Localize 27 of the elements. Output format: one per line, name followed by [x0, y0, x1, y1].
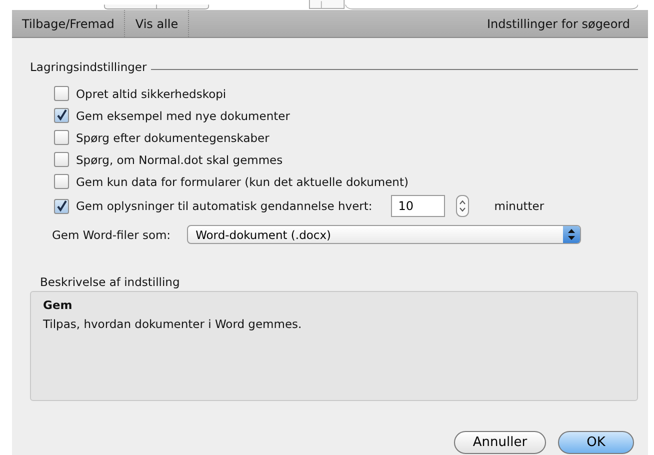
description-text: Tilpas, hvordan dokumenter i Word gemmes.	[43, 317, 303, 331]
field-label: Gem Word-filer som:	[52, 228, 171, 242]
stepper-control[interactable]	[456, 195, 470, 217]
toolbar-label: Indstillinger for søgeord	[487, 16, 631, 30]
checkbox-label: Gem oplysninger til automatisk gendannelse hvert:	[76, 199, 372, 213]
checkbox-label: Gem eksempel med nye dokumenter	[76, 108, 290, 122]
checkbox[interactable]	[54, 152, 69, 167]
checkbox[interactable]	[54, 198, 69, 214]
ok-button[interactable]: OK	[558, 431, 634, 454]
checkbox-label: Spørg, om Normal.dot skal gemmes	[76, 152, 283, 166]
checkbox[interactable]	[54, 108, 69, 123]
section-title: Beskrivelse af indstilling	[40, 275, 181, 289]
checkbox-label: Spørg efter dokumentegenskaber	[76, 130, 270, 144]
format-dropdown[interactable]: Word-dokument (.docx)	[186, 225, 581, 244]
minutes-field[interactable]: 10	[391, 195, 446, 217]
section-title: Lagringsindstillinger	[30, 60, 147, 74]
unit-label: minutter	[494, 199, 544, 213]
toolbar-button[interactable]: Tilbage/Fremad	[12, 10, 126, 37]
updown-icon	[568, 229, 575, 240]
checkbox-label: Opret altid sikkerhedskopi	[76, 86, 226, 100]
checkbox[interactable]	[54, 86, 69, 101]
checkbox[interactable]	[54, 130, 69, 145]
checkbox-label: Gem kun data for formularer (kun det aktuelle dokument)	[76, 174, 408, 188]
toolbar-button[interactable]: Vis alle	[125, 10, 190, 37]
checkbox[interactable]	[54, 174, 69, 189]
cancel-button[interactable]: Annuller	[454, 431, 546, 454]
description-heading: Gem	[43, 298, 74, 312]
